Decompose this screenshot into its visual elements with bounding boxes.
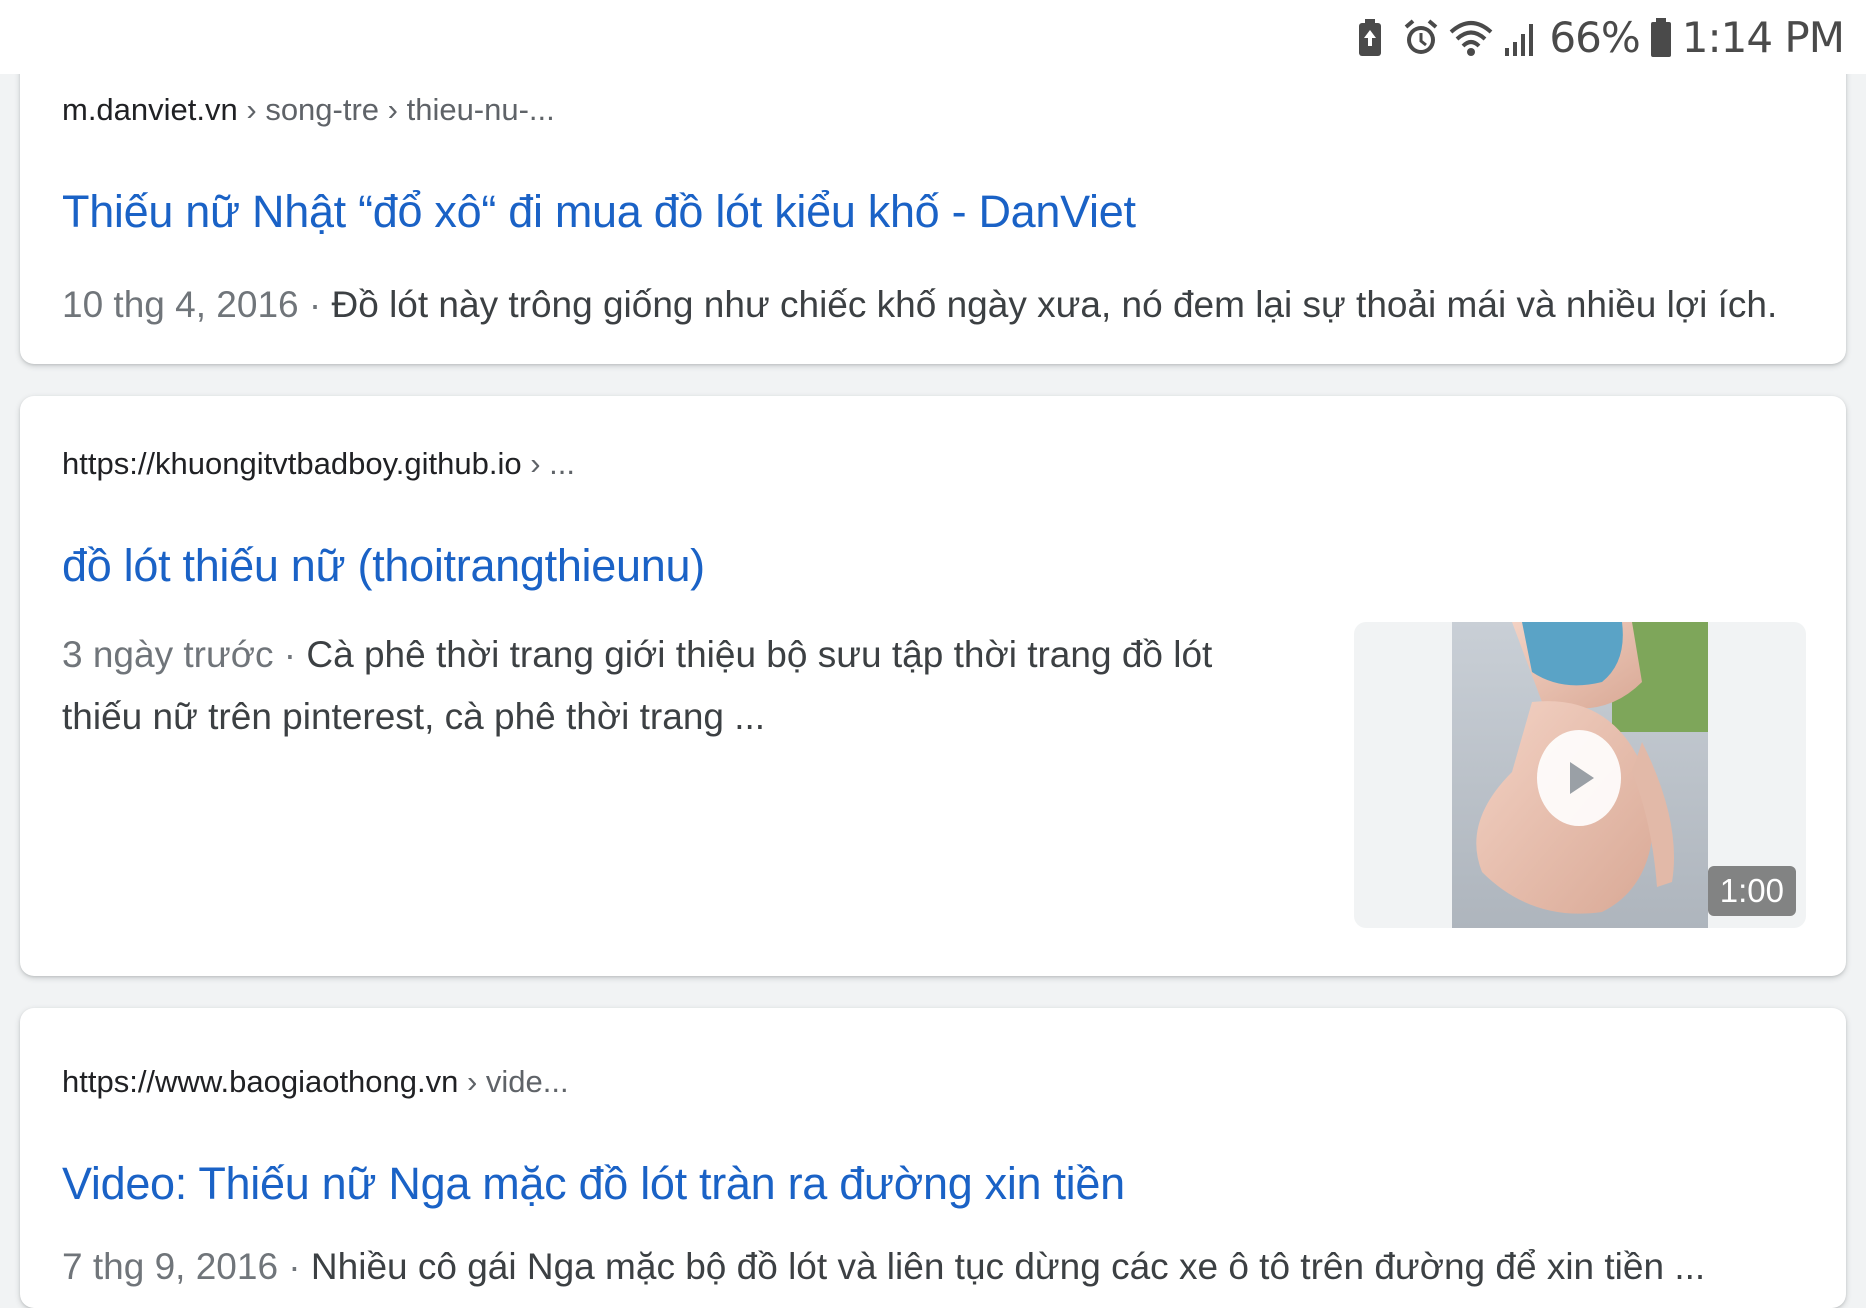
battery-icon — [1650, 18, 1672, 58]
result-breadcrumb: › vide... — [458, 1064, 569, 1099]
result-snippet: 3 ngày trước · Cà phê thời trang giới th… — [62, 624, 1302, 748]
result-snippet: 7 thg 9, 2016 · Nhiều cô gái Nga mặc bộ … — [62, 1236, 1802, 1298]
result-url[interactable]: m.danviet.vn › song-tre › thieu-nu-... — [62, 92, 555, 128]
result-date: 7 thg 9, 2016 — [62, 1246, 279, 1287]
result-title-link[interactable]: Thiếu nữ Nhật “đổ xô“ đi mua đồ lót kiểu… — [62, 186, 1136, 238]
wifi-icon — [1449, 18, 1493, 58]
result-breadcrumb: › ... — [521, 446, 575, 481]
search-result-card[interactable]: https://www.baogiaothong.vn › vide... Vi… — [20, 1008, 1846, 1308]
result-snippet: 10 thg 4, 2016 · Đồ lót này trông giống … — [62, 274, 1777, 336]
result-domain: https://www.baogiaothong.vn — [62, 1064, 459, 1099]
search-result-card[interactable]: m.danviet.vn › song-tre › thieu-nu-... T… — [20, 40, 1846, 364]
alarm-icon — [1403, 18, 1439, 58]
separator: · — [273, 634, 307, 675]
separator: · — [278, 1246, 311, 1287]
result-description: Đồ lót này trông giống như chiếc khố ngà… — [331, 284, 1778, 325]
search-result-card[interactable]: https://khuongitvtbadboy.github.io › ...… — [20, 396, 1846, 976]
separator: · — [298, 284, 332, 325]
result-breadcrumb: › song-tre › thieu-nu-... — [237, 92, 555, 127]
result-url[interactable]: https://www.baogiaothong.vn › vide... — [62, 1064, 569, 1100]
status-bar: 66% 1:14 PM — [0, 0, 1866, 74]
battery-percent: 66% — [1549, 13, 1640, 62]
result-url[interactable]: https://khuongitvtbadboy.github.io › ... — [62, 446, 575, 482]
signal-icon — [1503, 18, 1539, 58]
status-icons: 66% 1:14 PM — [1357, 10, 1845, 66]
result-date: 3 ngày trước — [62, 634, 274, 675]
result-description: Nhiều cô gái Nga mặc bộ đồ lót và liên t… — [310, 1246, 1706, 1287]
result-title-link[interactable]: đồ lót thiếu nữ (thoitrangthieunu) — [62, 540, 705, 592]
result-title-link[interactable]: Video: Thiếu nữ Nga mặc đồ lót tràn ra đ… — [62, 1158, 1125, 1210]
play-icon[interactable] — [1536, 728, 1622, 828]
result-domain: https://khuongitvtbadboy.github.io — [62, 446, 522, 481]
clock: 1:14 PM — [1681, 13, 1845, 62]
video-duration: 1:00 — [1707, 866, 1796, 916]
result-date: 10 thg 4, 2016 — [62, 284, 299, 325]
result-domain: m.danviet.vn — [62, 92, 238, 127]
battery-saver-icon — [1357, 18, 1393, 58]
